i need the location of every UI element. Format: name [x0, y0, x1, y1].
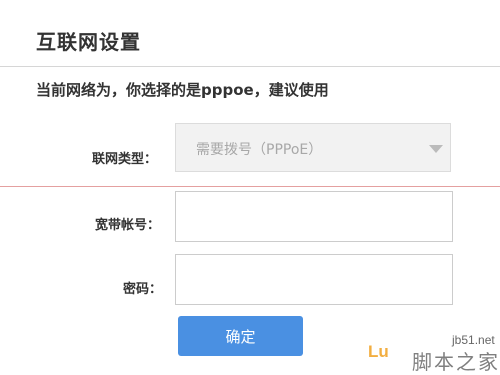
recommendation-notice: 当前网络为，你选择的是pppoe，建议使用: [36, 81, 329, 99]
watermark-logo: Lu: [368, 342, 389, 361]
page-title: 互联网设置: [36, 30, 141, 54]
watermark-text: 脚本之家: [412, 350, 500, 374]
password-label: 密码：: [123, 282, 163, 297]
account-label: 宽带帐号：: [95, 218, 161, 233]
connection-type-label: 联网类型：: [92, 152, 158, 167]
watermark-site: jb51.net: [452, 333, 495, 347]
chevron-down-icon: [429, 145, 443, 153]
internet-settings-page: 互联网设置 当前网络为，你选择的是pppoe，建议使用 联网类型： 需要拨号（P…: [0, 0, 500, 375]
password-input[interactable]: [175, 254, 453, 305]
connection-type-select[interactable]: 需要拨号（PPPoE）: [175, 123, 451, 172]
confirm-button[interactable]: 确定: [178, 316, 303, 356]
account-input[interactable]: [175, 191, 453, 242]
section-divider: [0, 186, 500, 187]
connection-type-selected: 需要拨号（PPPoE）: [196, 142, 323, 158]
header-divider: [0, 66, 500, 67]
